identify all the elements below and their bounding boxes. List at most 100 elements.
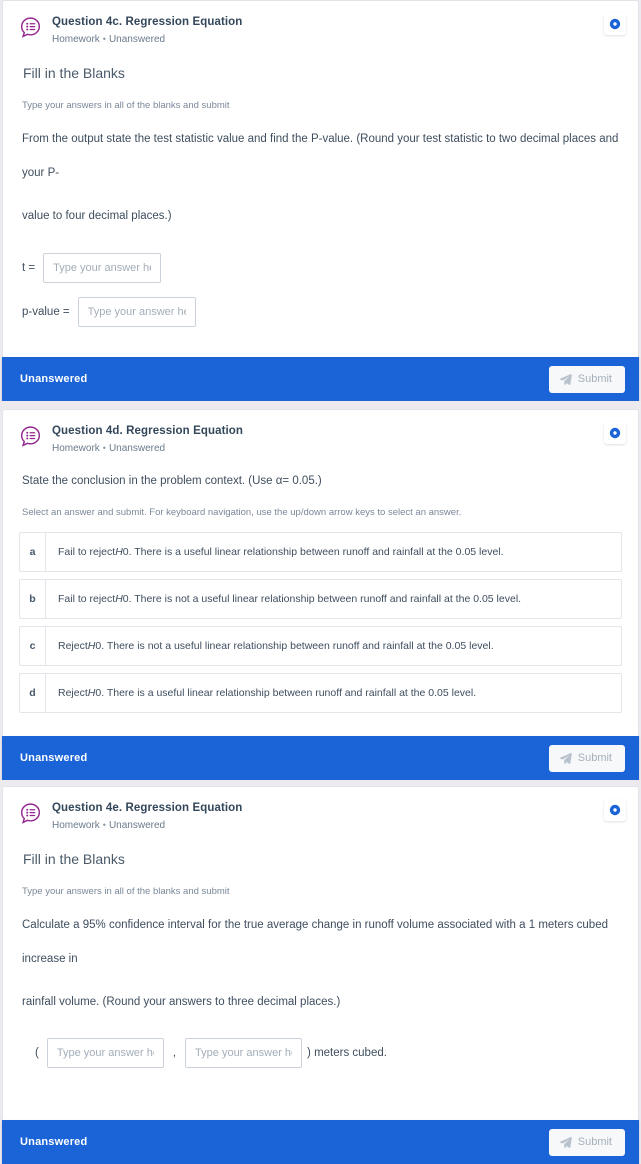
paper-plane-icon — [559, 752, 572, 765]
section-hint: Type your answers in all of the blanks a… — [22, 100, 230, 111]
question-prompt: State the conclusion in the problem cont… — [22, 475, 322, 487]
answer-input-pvalue[interactable] — [77, 297, 196, 327]
blank-row-pvalue: p-value = — [19, 297, 622, 327]
question-bubble-icon — [19, 16, 42, 39]
section-heading: Fill in the Blanks — [23, 65, 125, 81]
question-card-4d: Question 4d. Regression Equation Homewor… — [2, 409, 639, 736]
question-subtitle: Homework • Unanswered — [52, 32, 624, 47]
choice-option-c[interactable]: c Reject H 0. There is not a useful linea… — [19, 626, 622, 666]
submit-button-label: Submit — [577, 752, 612, 764]
subtitle-separator: • — [102, 34, 106, 44]
paper-plane-icon — [559, 373, 572, 386]
choice-text-symbol: H — [87, 639, 96, 652]
choice-text-post: 0. There is not a useful linear relation… — [95, 639, 494, 652]
choice-list: a Fail to reject H 0. There is a useful l… — [19, 532, 622, 724]
choice-option-b[interactable]: b Fail to reject H 0. There is not a usef… — [19, 579, 622, 619]
choice-text: Reject H 0. There is a useful linear rela… — [46, 674, 621, 712]
choice-text-symbol: H — [115, 592, 123, 605]
question-prompt-line-2: rainfall volume. (Round your answers to … — [22, 996, 341, 1008]
question-header-text: Question 4e. Regression Equation Homewor… — [52, 801, 624, 833]
question-card-4c: Question 4c. Regression Equation Homewor… — [2, 0, 639, 357]
choice-text-post: 0. There is a useful linear relationship… — [95, 686, 477, 699]
question-subject: Homework — [52, 443, 100, 454]
blank-row-t: t = — [19, 253, 622, 283]
choice-text-post: 0. There is not a useful linear relation… — [122, 592, 522, 605]
question-prompt-line-1: From the output state the test statistic… — [22, 133, 619, 179]
question-title: Question 4c. Regression Equation — [52, 16, 243, 28]
subtitle-separator: • — [102, 820, 106, 830]
question-body: Fill in the Blanks Type your answers in … — [3, 849, 638, 1120]
question-list: Question 4c. Regression Equation Homewor… — [0, 0, 641, 1164]
answer-input-upper-bound[interactable] — [185, 1038, 303, 1068]
choice-text: Fail to reject H 0. There is a useful lin… — [46, 533, 621, 571]
question-subtitle: Homework • Unanswered — [52, 818, 624, 833]
choice-option-a[interactable]: a Fail to reject H 0. There is a useful l… — [19, 532, 622, 572]
body-spacer-extra — [19, 1098, 622, 1120]
question-status: Unanswered — [108, 34, 166, 45]
question-title: Question 4d. Regression Equation — [52, 425, 244, 437]
question-card-4e: Question 4e. Regression Equation Homewor… — [2, 786, 639, 1120]
choice-text: Fail to reject H 0. There is not a useful… — [46, 580, 621, 618]
question-footer-4d: Unanswered Submit — [2, 736, 639, 780]
question-header: Question 4d. Regression Equation Homewor… — [3, 410, 638, 456]
choice-option-d[interactable]: d Reject H 0. There is a useful linear re… — [19, 673, 622, 713]
interval-comma: , — [172, 1047, 177, 1059]
choice-text-post: 0. There is a useful linear relationship… — [122, 545, 504, 558]
question-header: Question 4e. Regression Equation Homewor… — [3, 787, 638, 833]
footer-status-label: Unanswered — [20, 752, 88, 764]
question-header-text: Question 4c. Regression Equation Homewor… — [52, 15, 624, 47]
submit-button[interactable]: Submit — [548, 1128, 625, 1156]
footer-status-label: Unanswered — [20, 1136, 88, 1148]
choice-text-pre: Fail to reject — [58, 545, 116, 558]
info-circle-icon[interactable] — [604, 799, 626, 821]
question-prompt-line-1: Calculate a 95% confidence interval for … — [22, 919, 608, 965]
question-body: Fill in the Blanks Type your answers in … — [3, 63, 638, 357]
answer-input-lower-bound[interactable] — [46, 1038, 164, 1068]
question-body: State the conclusion in the problem cont… — [3, 472, 638, 736]
interval-open-paren: ( — [35, 1047, 39, 1059]
blank-label-t: t = — [22, 262, 36, 274]
choice-text: Reject H 0. There is not a useful linear … — [46, 627, 621, 665]
question-footer-4e: Unanswered Submit — [2, 1120, 639, 1164]
question-title: Question 4e. Regression Equation — [52, 802, 243, 814]
choice-text-symbol: H — [87, 686, 96, 699]
question-status: Unanswered — [108, 820, 166, 831]
choice-letter: c — [20, 627, 46, 665]
choice-letter: a — [20, 533, 46, 571]
subtitle-separator: • — [102, 443, 106, 453]
paper-plane-icon — [559, 1136, 572, 1149]
answer-input-t[interactable] — [43, 253, 162, 283]
card-separator — [0, 401, 641, 409]
question-subject: Homework — [52, 820, 100, 831]
question-footer-4c: Unanswered Submit — [2, 357, 639, 401]
footer-status-label: Unanswered — [20, 373, 88, 385]
question-header-text: Question 4d. Regression Equation Homewor… — [52, 424, 624, 456]
question-subject: Homework — [52, 34, 100, 45]
submit-button-label: Submit — [577, 1136, 612, 1148]
question-bubble-icon — [19, 425, 42, 448]
question-subtitle: Homework • Unanswered — [52, 441, 624, 456]
question-status: Unanswered — [108, 443, 166, 454]
submit-button[interactable]: Submit — [548, 365, 625, 393]
choice-text-symbol: H — [115, 545, 123, 558]
blank-label-pvalue: p-value = — [22, 306, 70, 318]
interval-close-text: ) meters cubed. — [307, 1047, 387, 1059]
question-bubble-icon — [19, 802, 42, 825]
info-circle-icon[interactable] — [604, 13, 626, 35]
confidence-interval-row: ( , ) meters cubed. — [35, 1038, 622, 1068]
choice-text-pre: Reject — [58, 639, 88, 652]
section-hint: Type your answers in all of the blanks a… — [22, 886, 230, 897]
choice-text-pre: Reject — [58, 686, 88, 699]
submit-button-label: Submit — [577, 373, 612, 385]
section-hint: Select an answer and submit. For keyboar… — [22, 507, 462, 518]
submit-button[interactable]: Submit — [548, 744, 625, 772]
question-header: Question 4c. Regression Equation Homewor… — [3, 1, 638, 47]
choice-letter: d — [20, 674, 46, 712]
choice-text-pre: Fail to reject — [58, 592, 116, 605]
info-circle-icon[interactable] — [604, 422, 626, 444]
choice-letter: b — [20, 580, 46, 618]
section-heading: Fill in the Blanks — [23, 851, 125, 867]
